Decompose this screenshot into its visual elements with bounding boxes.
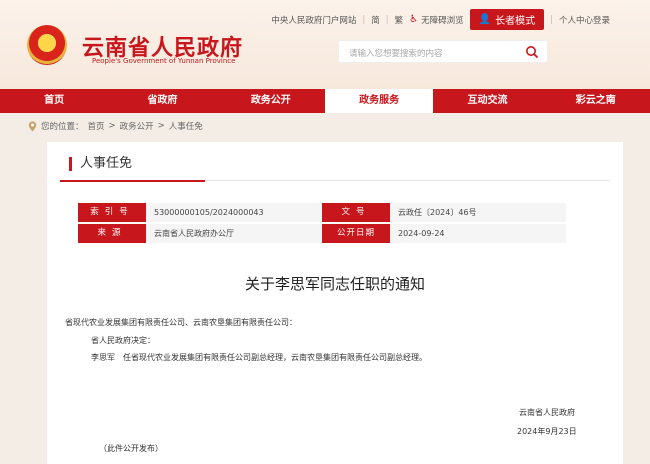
nav-item-home[interactable]: 首页: [0, 89, 108, 113]
breadcrumb-home[interactable]: 首页: [88, 120, 105, 132]
breadcrumb: 您的位置： 首页 > 政务公开 > 人事任免: [28, 120, 203, 132]
nav-item-interaction[interactable]: 互动交流: [433, 89, 541, 113]
nav-item-open-affairs[interactable]: 政务公开: [217, 89, 325, 113]
chevron-icon: >: [157, 121, 165, 131]
document-sign-date: 2024年9月23日: [517, 427, 577, 436]
meta-value-docno: 云政任〔2024〕46号: [390, 203, 566, 222]
location-pin-icon: [28, 121, 37, 131]
chevron-icon: >: [108, 121, 116, 131]
divider: |: [550, 14, 553, 25]
person-icon: 👤: [478, 14, 492, 25]
search-icon[interactable]: [525, 45, 539, 59]
divider: |: [385, 14, 389, 25]
site-header: 中央人民政府门户网站 | 简 | 繁 ♿ 无障碍浏览 👤 长者模式 | 个人中心…: [0, 0, 650, 89]
simplified-toggle[interactable]: 简: [371, 14, 380, 26]
document-note: （此件公开发布）: [99, 444, 163, 453]
meta-key-date: 公开日期: [322, 224, 390, 243]
elder-mode-label: 长者模式: [495, 16, 536, 27]
meta-key-docno: 文号: [322, 203, 390, 222]
meta-key-source: 来源: [78, 224, 146, 243]
nav-item-yunnan[interactable]: 彩云之南: [542, 89, 650, 113]
section-title: 人事任免: [69, 157, 132, 171]
meta-value-source: 云南省人民政府办公厅: [146, 224, 322, 243]
section-underline: [60, 180, 205, 182]
traditional-toggle[interactable]: 繁: [395, 14, 404, 26]
breadcrumb-prefix: 您的位置：: [41, 122, 84, 132]
portal-link[interactable]: 中央人民政府门户网站: [271, 14, 356, 26]
section-divider: [205, 180, 610, 181]
meta-value-date: 2024-09-24: [390, 224, 566, 243]
main-nav: 首页 省政府 政务公开 政务服务 互动交流 彩云之南: [0, 89, 650, 113]
document-meta-table: 索引号 53000000105/2024000043 文号 云政任〔2024〕4…: [78, 203, 566, 245]
document-signer: 云南省人民政府: [519, 408, 575, 417]
accessibility-label: 无障碍浏览: [421, 15, 464, 26]
content-panel: 人事任免 索引号 53000000105/2024000043 文号 云政任〔2…: [47, 142, 623, 464]
search-box[interactable]: 请输入您想要搜索的内容: [338, 40, 548, 63]
user-center-link[interactable]: 个人中心登录: [559, 14, 610, 26]
nav-item-services[interactable]: 政务服务: [324, 89, 434, 113]
national-emblem-icon: [27, 25, 67, 65]
document-addressee: 省现代农业发展集团有限责任公司、云南农垦集团有限责任公司：: [65, 318, 297, 327]
nav-item-government[interactable]: 省政府: [108, 89, 216, 113]
divider: |: [362, 14, 366, 25]
wheelchair-icon: ♿: [409, 14, 419, 25]
meta-row: 来源 云南省人民政府办公厅 公开日期 2024-09-24: [78, 224, 566, 243]
accessibility-link[interactable]: ♿ 无障碍浏览: [409, 14, 463, 26]
document-decided: 省人民政府决定：: [91, 336, 155, 345]
search-input[interactable]: 请输入您想要搜索的内容: [349, 47, 443, 59]
breadcrumb-open-affairs[interactable]: 政务公开: [120, 120, 154, 132]
site-title-en: People's Government of Yunnan Province: [92, 57, 236, 65]
top-links: 中央人民政府门户网站 | 简 | 繁 ♿ 无障碍浏览 👤 长者模式 | 个人中心…: [271, 9, 610, 30]
meta-value-index: 53000000105/2024000043: [146, 203, 322, 222]
meta-row: 索引号 53000000105/2024000043 文号 云政任〔2024〕4…: [78, 203, 566, 222]
breadcrumb-current[interactable]: 人事任免: [169, 120, 203, 132]
meta-key-index: 索引号: [78, 203, 146, 222]
elder-mode-button[interactable]: 👤 长者模式: [469, 9, 545, 30]
document-body: 李思军 任省现代农业发展集团有限责任公司副总经理，云南农垦集团有限责任公司副总经…: [91, 353, 427, 362]
document-title: 关于李思军同志任职的通知: [244, 275, 425, 293]
